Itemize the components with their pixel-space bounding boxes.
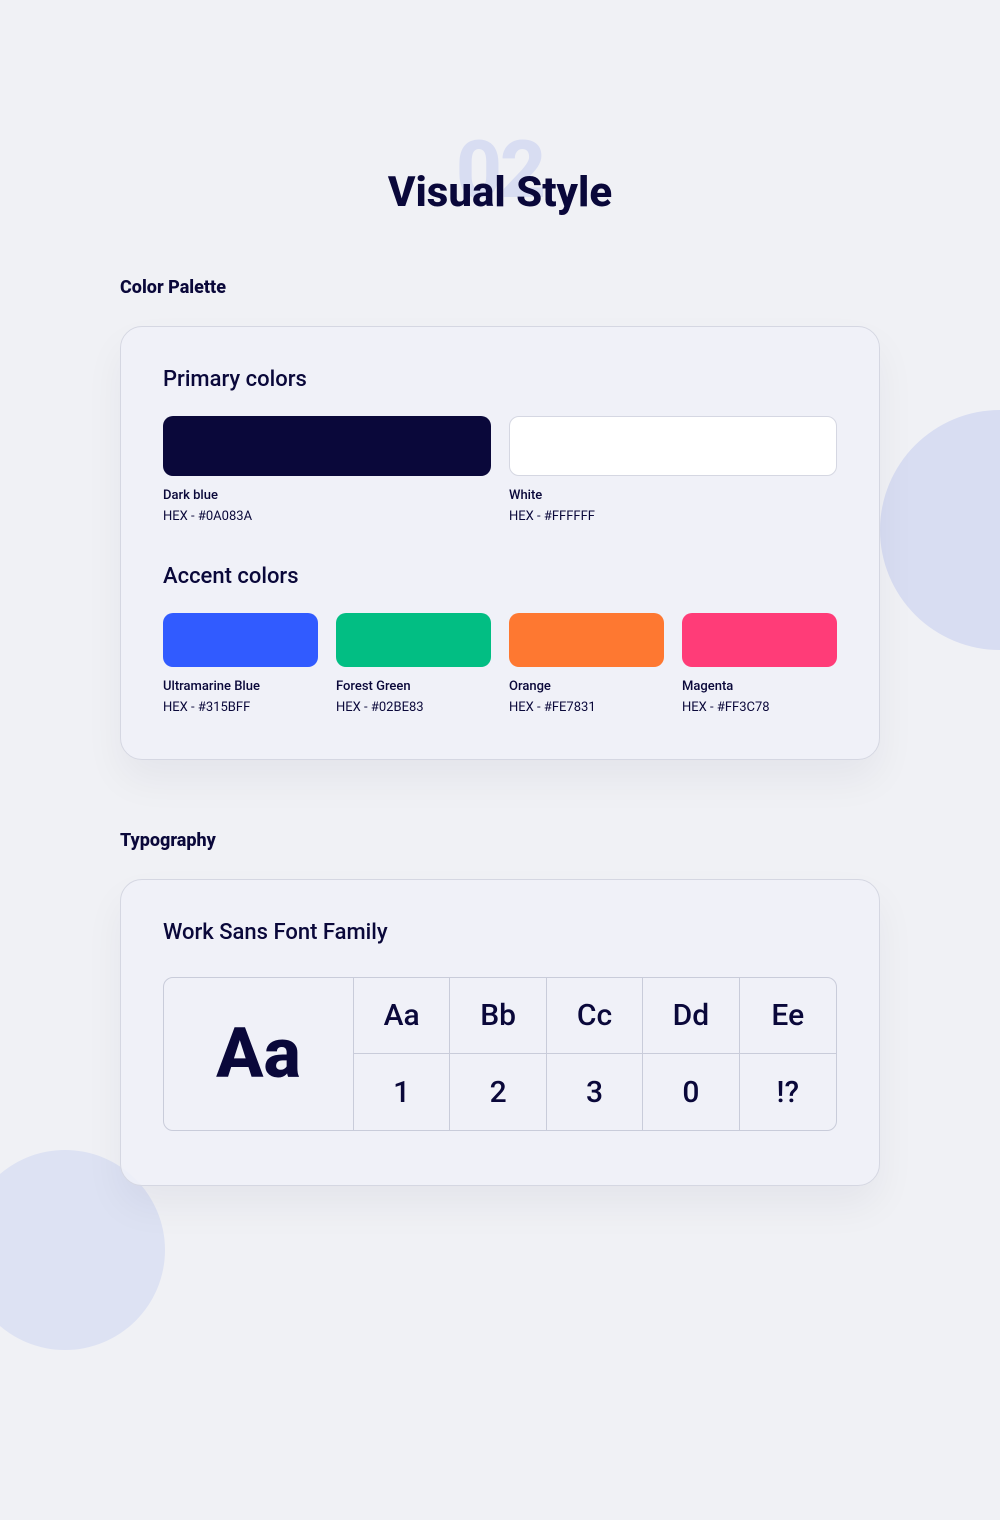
color-palette-card: Primary colors Dark blue HEX - #0A083A W… [120, 326, 880, 760]
font-sample-cell: 3 [547, 1054, 643, 1130]
accent-colors-row: Ultramarine Blue HEX - #315BFF Forest Gr… [163, 613, 837, 715]
font-sample-table: Aa Aa Bb Cc Dd Ee 1 2 3 0 !? [163, 977, 837, 1131]
swatch-name: Ultramarine Blue [163, 679, 318, 694]
font-big-sample: Aa [164, 978, 354, 1130]
font-sample-cell: !? [740, 1054, 836, 1130]
swatch-hex: HEX - #FF3C78 [682, 700, 837, 715]
font-sample-cell: Ee [740, 978, 836, 1054]
font-sample-cell: 1 [354, 1054, 450, 1130]
page-title-block: 02 Visual Style [120, 130, 880, 217]
font-sample-cell: Aa [354, 978, 450, 1054]
accent-color-magenta: Magenta HEX - #FF3C78 [682, 613, 837, 715]
accent-color-orange: Orange HEX - #FE7831 [509, 613, 664, 715]
swatch-name: Dark blue [163, 488, 491, 503]
font-sample-cell: Bb [450, 978, 546, 1054]
swatch-hex: HEX - #0A083A [163, 509, 491, 524]
swatch-hex: HEX - #315BFF [163, 700, 318, 715]
swatch-ultramarine [163, 613, 318, 667]
swatch-hex: HEX - #FE7831 [509, 700, 664, 715]
swatch-white [509, 416, 837, 476]
swatch-name: Orange [509, 679, 664, 694]
swatch-darkblue [163, 416, 491, 476]
color-palette-heading: Color Palette [120, 277, 880, 298]
font-sample-cell: Cc [547, 978, 643, 1054]
swatch-orange [509, 613, 664, 667]
primary-color-white: White HEX - #FFFFFF [509, 416, 837, 524]
swatch-name: Forest Green [336, 679, 491, 694]
swatch-hex: HEX - #FFFFFF [509, 509, 837, 524]
primary-color-darkblue: Dark blue HEX - #0A083A [163, 416, 491, 524]
font-sample-cell: 2 [450, 1054, 546, 1130]
primary-colors-row: Dark blue HEX - #0A083A White HEX - #FFF… [163, 416, 837, 524]
typography-card: Work Sans Font Family Aa Aa Bb Cc Dd Ee … [120, 879, 880, 1186]
accent-colors-heading: Accent colors [163, 564, 837, 589]
font-family-heading: Work Sans Font Family [163, 920, 837, 945]
font-sample-cell: 0 [643, 1054, 739, 1130]
swatch-magenta [682, 613, 837, 667]
page-container: 02 Visual Style Color Palette Primary co… [0, 0, 1000, 1246]
swatch-name: Magenta [682, 679, 837, 694]
accent-color-ultramarine: Ultramarine Blue HEX - #315BFF [163, 613, 318, 715]
swatch-name: White [509, 488, 837, 503]
accent-color-forestgreen: Forest Green HEX - #02BE83 [336, 613, 491, 715]
swatch-hex: HEX - #02BE83 [336, 700, 491, 715]
swatch-forestgreen [336, 613, 491, 667]
font-sample-cell: Dd [643, 978, 739, 1054]
page-title: Visual Style [120, 168, 880, 217]
typography-heading: Typography [120, 830, 880, 851]
primary-colors-heading: Primary colors [163, 367, 837, 392]
